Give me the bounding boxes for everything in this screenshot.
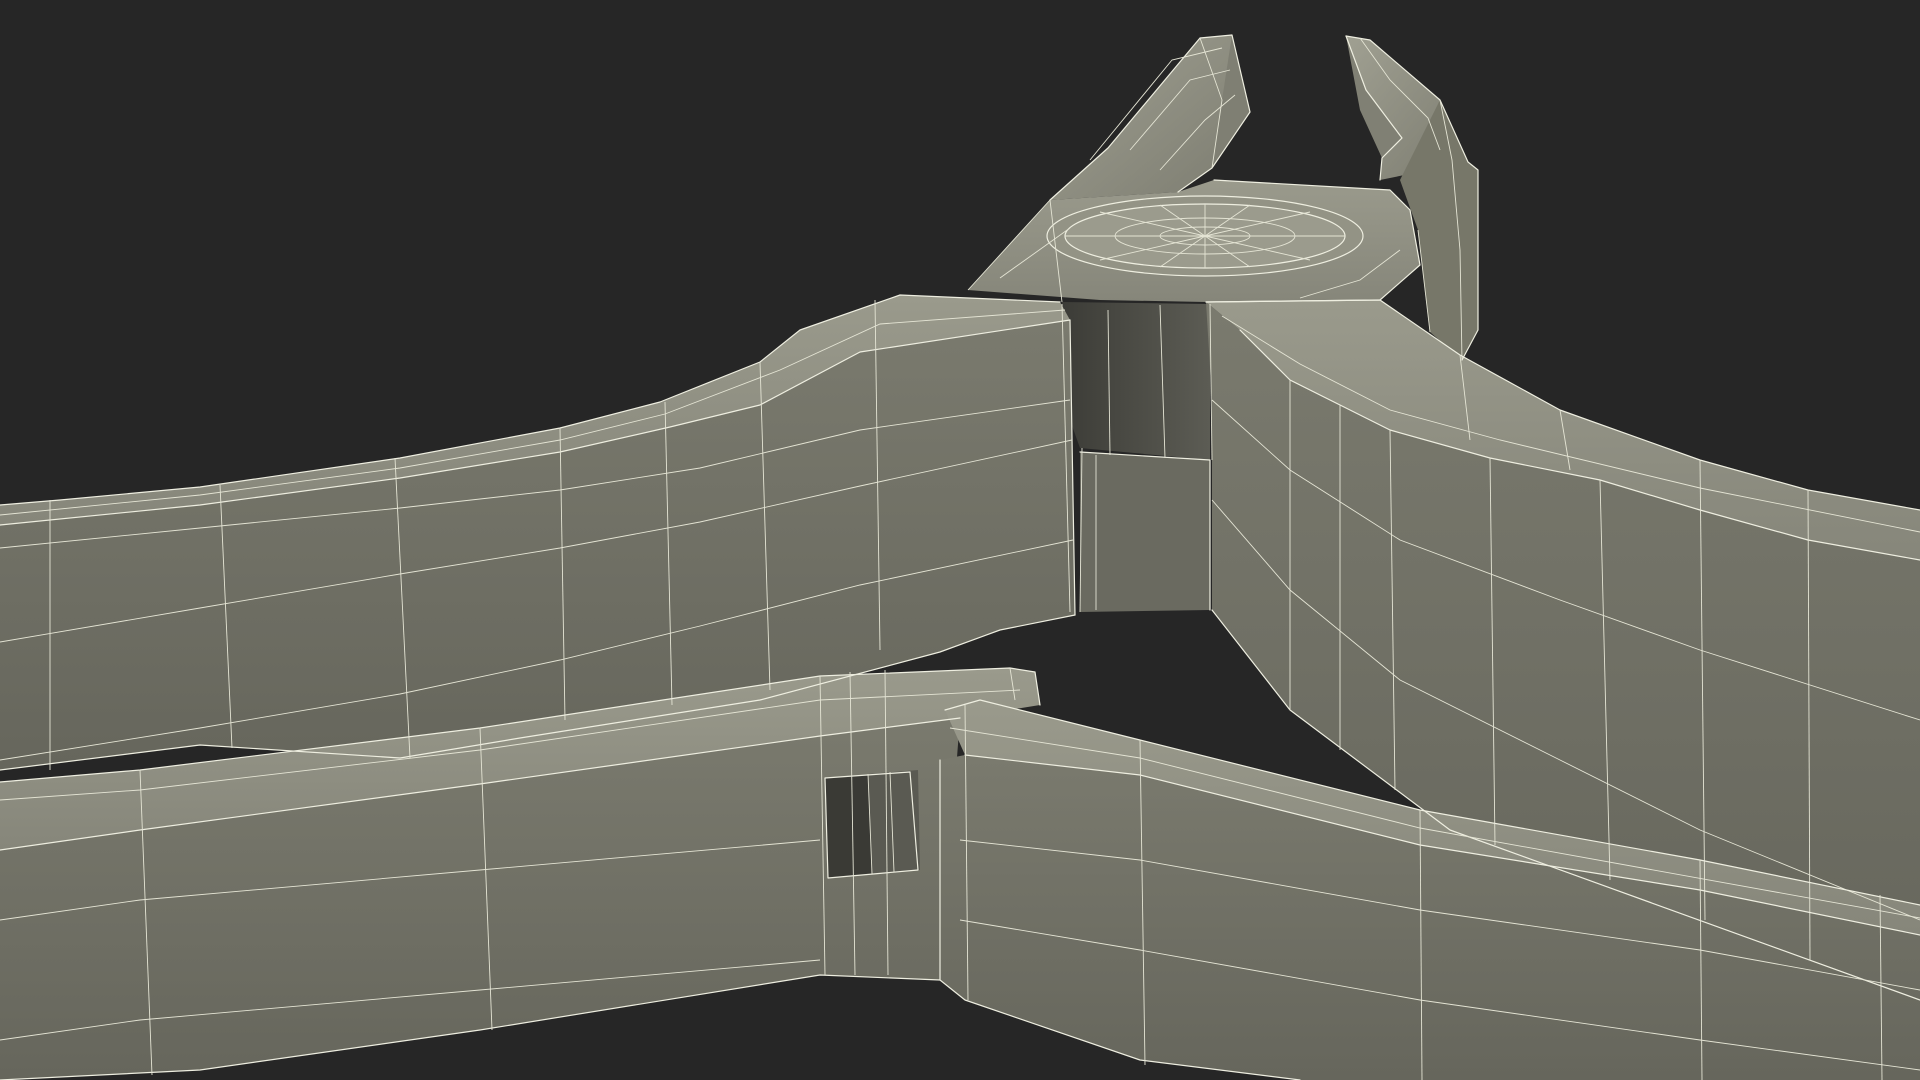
- pliers-model: [0, 34, 1920, 1080]
- 3d-viewport[interactable]: [0, 0, 1920, 1080]
